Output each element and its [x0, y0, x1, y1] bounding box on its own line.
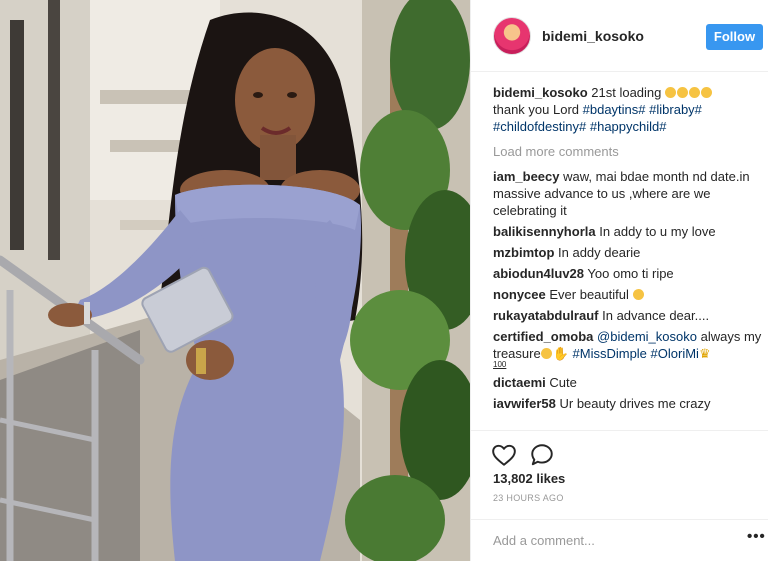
comment-item: balikisennyhorla In addy to u my love [493, 223, 765, 240]
comment-username[interactable]: dictaemi [493, 375, 546, 390]
comment-text: Yoo omo ti ripe [587, 266, 674, 281]
comment-username[interactable]: nonycee [493, 287, 546, 302]
comment-item: iavwifer58 Ur beauty drives me crazy [493, 395, 765, 412]
comment-username[interactable]: certified_omoba [493, 329, 593, 344]
header-username[interactable]: bidemi_kosoko [542, 28, 644, 44]
avatar[interactable] [493, 17, 531, 55]
hashtag-link[interactable]: #libraby# [649, 102, 702, 117]
comment-text: In addy to u my love [599, 224, 716, 239]
comment-input[interactable] [493, 533, 723, 548]
hundred-badge: 100 [493, 360, 507, 369]
follow-button[interactable]: Follow [706, 24, 763, 50]
comment-item: abiodun4luv28 Yoo omo ti ripe [493, 265, 765, 282]
comment-item: nonycee Ever beautiful [493, 286, 765, 303]
comment-username[interactable]: balikisennyhorla [493, 224, 596, 239]
heart-icon[interactable] [491, 442, 517, 468]
add-comment-bar: ••• [471, 519, 768, 561]
post-timestamp[interactable]: 23 HOURS AGO [493, 493, 564, 503]
comment-item: iam_beecy waw, mai bdae month nd date.in… [493, 168, 765, 219]
comments-list[interactable]: bidemi_kosoko 21st loading thank you Lor… [493, 84, 765, 428]
comment-bubble-icon[interactable] [529, 442, 555, 468]
comment-username[interactable]: rukayatabdulrauf [493, 308, 598, 323]
comment-text: Cute [549, 375, 577, 390]
hashtag-link[interactable]: #OloriMi [651, 346, 699, 361]
comment-text: Ur beauty drives me crazy [559, 396, 711, 411]
mention-link[interactable]: @bidemi_kosoko [597, 329, 697, 344]
comment-username[interactable]: iavwifer58 [493, 396, 556, 411]
comment-item: dictaemi Cute [493, 374, 765, 391]
more-options-icon[interactable]: ••• [747, 528, 766, 545]
comment-username[interactable]: mzbimtop [493, 245, 554, 260]
emoji-face-icon [540, 348, 552, 359]
post-photo-illustration [0, 0, 470, 561]
post-header: bidemi_kosoko Follow [471, 0, 768, 72]
caption: bidemi_kosoko 21st loading thank you Lor… [493, 84, 765, 135]
comment-item: mzbimtop In addy dearie [493, 244, 765, 261]
load-more-comments[interactable]: Load more comments [493, 143, 765, 160]
hashtag-link[interactable]: #childofdestiny# [493, 119, 586, 134]
comment-item: certified_omoba @bidemi_kosoko always my… [493, 328, 765, 370]
caption-text-2: thank you Lord [493, 102, 580, 117]
hand-icon: ✋ [552, 346, 569, 361]
caption-text: 21st loading [591, 85, 662, 100]
post-side-panel: bidemi_kosoko Follow bidemi_kosoko 21st … [470, 0, 768, 561]
caption-username[interactable]: bidemi_kosoko [493, 85, 588, 100]
comment-item: rukayatabdulrauf In advance dear.... [493, 307, 765, 324]
comment-username[interactable]: abiodun4luv28 [493, 266, 584, 281]
post-actions: 13,802 likes 23 HOURS AGO ••• [471, 430, 768, 560]
comment-text: In addy dearie [558, 245, 641, 260]
hashtag-link[interactable]: #MissDimple [573, 346, 647, 361]
hashtag-link[interactable]: #happychild# [590, 119, 667, 134]
crown-icon: ♛ [698, 346, 711, 361]
emoji-face-icon [665, 85, 713, 100]
comment-text: Ever beautiful [549, 287, 629, 302]
comment-username[interactable]: iam_beecy [493, 169, 560, 184]
comment-text: In advance dear.... [602, 308, 710, 323]
hashtag-link[interactable]: #bdaytins# [583, 102, 646, 117]
post-photo [0, 0, 470, 561]
likes-count[interactable]: 13,802 likes [493, 471, 565, 486]
emoji-face-icon [632, 289, 644, 300]
